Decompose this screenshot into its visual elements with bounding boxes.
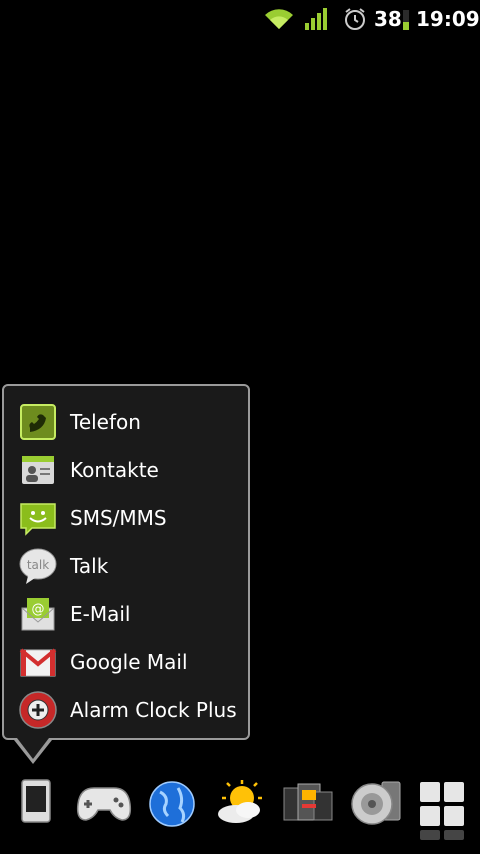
battery-icon xyxy=(402,0,410,38)
talk-icon: talk xyxy=(18,546,58,586)
weather-icon[interactable] xyxy=(206,774,274,854)
menu-item-talk[interactable]: talk Talk xyxy=(4,542,248,590)
dock-bar xyxy=(0,770,480,854)
signal-icon xyxy=(304,0,330,38)
alarm-clock-plus-icon xyxy=(18,690,58,730)
menu-item-alarm-clock-plus[interactable]: Alarm Clock Plus xyxy=(4,686,248,734)
speaker-icon[interactable] xyxy=(342,774,410,854)
app-drawer-icon[interactable] xyxy=(410,774,478,854)
menu-item-kontakte[interactable]: Kontakte xyxy=(4,446,248,494)
globe-icon[interactable] xyxy=(138,774,206,854)
email-icon: @ xyxy=(18,594,58,634)
gmail-icon xyxy=(18,642,58,682)
menu-item-telefon[interactable]: Telefon xyxy=(4,398,248,446)
sms-icon xyxy=(18,498,58,538)
files-icon[interactable] xyxy=(274,774,342,854)
menu-item-label: Telefon xyxy=(70,410,141,434)
menu-item-sms[interactable]: SMS/MMS xyxy=(4,494,248,542)
menu-item-label: E-Mail xyxy=(70,602,131,626)
phone-icon xyxy=(18,402,58,442)
popup-pointer-fill xyxy=(17,738,49,759)
app-popup-menu: Telefon Kontakte SMS/MMS talk Talk @ E-M… xyxy=(2,384,250,740)
menu-item-label: Talk xyxy=(70,554,109,578)
menu-item-google-mail[interactable]: Google Mail xyxy=(4,638,248,686)
alarm-icon xyxy=(343,0,367,38)
wifi-icon xyxy=(264,0,294,38)
status-bar: 38 19:09 xyxy=(0,0,480,38)
svg-text:talk: talk xyxy=(27,558,49,572)
svg-text:@: @ xyxy=(32,602,45,617)
gamepad-icon[interactable] xyxy=(70,774,138,854)
clock-time: 19:09 xyxy=(416,7,480,31)
contacts-icon xyxy=(18,450,58,490)
menu-item-label: Google Mail xyxy=(70,650,188,674)
menu-item-label: SMS/MMS xyxy=(70,506,167,530)
menu-item-label: Kontakte xyxy=(70,458,159,482)
menu-item-label: Alarm Clock Plus xyxy=(70,698,237,722)
menu-item-email[interactable]: @ E-Mail xyxy=(4,590,248,638)
battery-percent: 38 xyxy=(374,7,402,31)
phone-handset-icon[interactable] xyxy=(2,774,70,854)
